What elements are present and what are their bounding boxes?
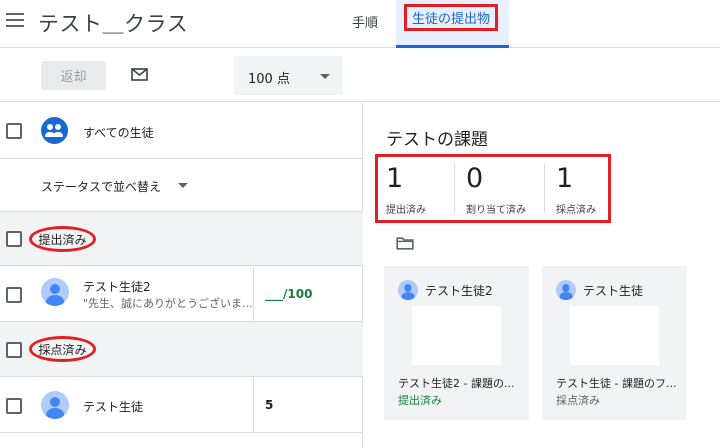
assignment-stats: 1 提出済み 0 割り当て済み 1 採点済み <box>375 154 611 223</box>
stat-number: 0 <box>466 163 484 194</box>
submission-card[interactable]: テスト生徒2 テスト生徒2 - 課題の... 提出済み <box>384 266 529 420</box>
group-title-turned-in: 提出済み <box>29 226 96 252</box>
card-student-name: テスト生徒2 <box>425 284 493 298</box>
column-divider <box>253 377 254 433</box>
return-button[interactable]: 返却 <box>41 61 106 90</box>
file-thumbnail[interactable] <box>412 306 501 365</box>
student-checkbox[interactable] <box>6 287 22 303</box>
folder-icon[interactable] <box>396 237 414 250</box>
card-status: 採点済み <box>556 394 600 407</box>
avatar <box>41 391 69 419</box>
stat-label: 提出済み <box>386 205 426 216</box>
stat-divider <box>454 163 455 213</box>
group-title-graded: 採点済み <box>29 336 96 362</box>
card-status: 提出済み <box>398 394 442 407</box>
stat-number: 1 <box>386 163 404 194</box>
stat-graded[interactable]: 1 採点済み <box>548 157 614 220</box>
student-name: テスト生徒2 <box>83 280 151 294</box>
select-all-checkbox[interactable] <box>6 123 22 139</box>
assignment-title: テストの課題 <box>386 130 488 150</box>
sort-dropdown[interactable]: ステータスで並べ替え <box>41 178 161 195</box>
file-thumbnail[interactable] <box>570 306 659 365</box>
tab-instructions[interactable]: 手順 <box>352 12 378 31</box>
group-checkbox-turned-in[interactable] <box>6 231 22 247</box>
student-name: テスト生徒 <box>83 400 144 414</box>
mail-icon[interactable] <box>131 68 148 81</box>
avatar <box>41 278 69 306</box>
points-value: 100 点 <box>248 72 290 87</box>
student-row[interactable]: テスト生徒 5 <box>0 377 363 433</box>
stat-divider <box>544 163 545 213</box>
grade-value[interactable]: 5 <box>265 398 273 412</box>
card-file-name: テスト生徒 - 課題のフ... <box>556 377 677 390</box>
card-file-name: テスト生徒2 - 課題の... <box>398 377 515 390</box>
column-divider <box>253 266 254 322</box>
card-student-name: テスト生徒 <box>583 284 644 298</box>
tab-student-work[interactable]: 生徒の提出物 <box>404 4 498 31</box>
assignment-panel: テストの課題 1 提出済み 0 割り当て済み 1 採点済み テスト生徒2 テスト… <box>364 103 720 448</box>
submission-card[interactable]: テスト生徒 テスト生徒 - 課題のフ... 採点済み <box>542 266 687 420</box>
stat-number: 1 <box>556 163 574 194</box>
student-row[interactable]: テスト生徒2 "先生、誠にありがとうございま... ___/100 <box>0 266 363 322</box>
avatar <box>556 280 576 300</box>
top-app-bar: テスト＿クラス 手順 生徒の提出物 <box>0 0 720 48</box>
all-students-label: すべての生徒 <box>83 126 154 140</box>
student-comment: "先生、誠にありがとうございま... <box>83 297 253 310</box>
stat-assigned[interactable]: 0 割り当て済み <box>458 157 548 220</box>
all-students-row: すべての生徒 <box>0 103 363 159</box>
stat-turned-in[interactable]: 1 提出済み <box>378 157 454 220</box>
avatar <box>398 280 418 300</box>
group-checkbox-graded[interactable] <box>6 342 22 358</box>
chevron-down-icon <box>320 74 330 79</box>
group-header-graded: 採点済み <box>0 322 363 377</box>
sort-row: ステータスで並べ替え <box>0 159 363 212</box>
stat-label: 割り当て済み <box>466 205 526 216</box>
people-icon <box>41 117 68 144</box>
chevron-down-icon <box>178 183 188 188</box>
class-title: テスト＿クラス <box>38 12 189 36</box>
grade-input[interactable]: ___/100 <box>265 287 312 301</box>
grading-toolbar: 返却 100 点 <box>0 48 720 102</box>
hamburger-menu-icon[interactable] <box>4 9 26 31</box>
student-checkbox[interactable] <box>6 398 22 414</box>
stat-label: 採点済み <box>556 205 596 216</box>
student-list-panel: すべての生徒 ステータスで並べ替え 提出済み テスト生徒2 "先生、誠にありがと… <box>0 103 363 448</box>
group-header-turned-in: 提出済み <box>0 212 363 266</box>
points-dropdown[interactable]: 100 点 <box>234 56 343 95</box>
